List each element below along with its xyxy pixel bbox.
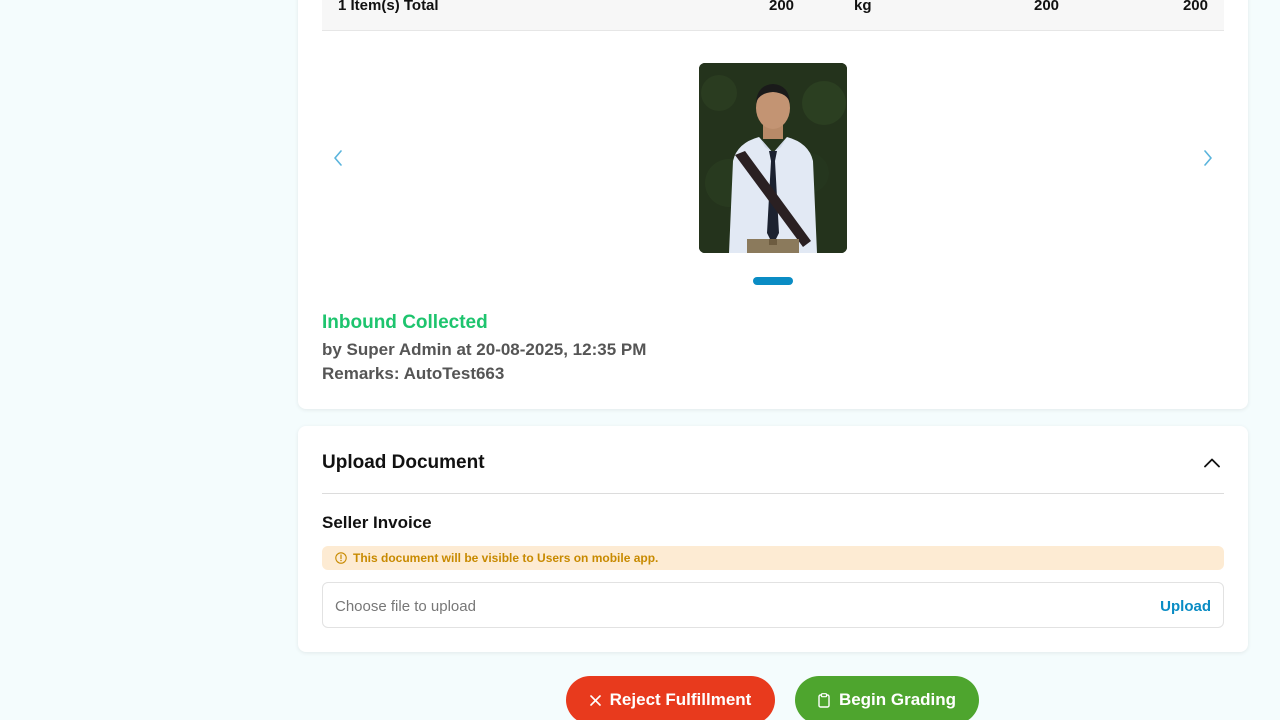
clipboard-icon	[818, 692, 830, 708]
info-icon	[335, 552, 347, 564]
reject-fulfillment-button[interactable]: Reject Fulfillment	[566, 676, 775, 720]
upload-button[interactable]: Upload	[1160, 598, 1211, 615]
chevron-left-icon	[334, 150, 342, 166]
items-total-weight: 200	[1034, 0, 1060, 14]
collapse-button[interactable]	[1202, 453, 1222, 473]
file-upload-placeholder: Choose file to upload	[335, 598, 476, 615]
items-total-unit: kg	[854, 0, 872, 14]
items-total-amount: 200	[1182, 0, 1208, 14]
chevron-right-icon	[1204, 150, 1212, 166]
begin-grading-button[interactable]: Begin Grading	[795, 676, 979, 720]
upload-document-header[interactable]: Upload Document	[322, 426, 1224, 494]
carousel-prev-button[interactable]	[328, 146, 348, 170]
visibility-notice-text: This document will be visible to Users o…	[353, 551, 659, 565]
items-total-quantity: 200	[769, 0, 795, 14]
file-upload-field[interactable]: Choose file to upload Upload	[322, 582, 1224, 628]
reject-fulfillment-label: Reject Fulfillment	[609, 690, 752, 709]
close-icon	[589, 694, 601, 706]
person-photo-image	[699, 63, 847, 253]
upload-document-card: Upload Document Seller Invoice This docu…	[298, 426, 1248, 652]
chevron-up-icon	[1204, 458, 1220, 468]
carousel-indicator-active[interactable]	[753, 277, 793, 285]
inbound-status-by: by Super Admin at 20-08-2025, 12:35 PM	[322, 340, 647, 359]
items-total-row: 1 Item(s) Total 200 kg 200 200	[322, 0, 1224, 31]
upload-document-title: Upload Document	[322, 452, 485, 473]
visibility-notice: This document will be visible to Users o…	[322, 546, 1224, 570]
inbound-status-title: Inbound Collected	[322, 312, 488, 333]
inbound-status-remarks: Remarks: AutoTest663	[322, 364, 505, 383]
carousel-next-button[interactable]	[1198, 146, 1218, 170]
begin-grading-label: Begin Grading	[838, 690, 957, 709]
items-total-label: 1 Item(s) Total	[338, 0, 439, 14]
seller-invoice-label: Seller Invoice	[322, 513, 432, 532]
inbound-photo[interactable]	[699, 63, 847, 253]
inbound-card: 1 Item(s) Total 200 kg 200 200 Inbound C…	[298, 0, 1248, 409]
